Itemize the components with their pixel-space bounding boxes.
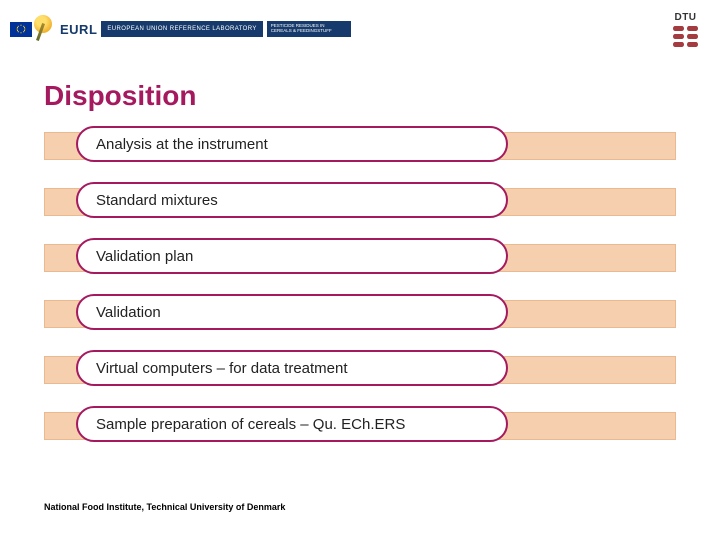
list-item-pill: Validation <box>76 294 508 330</box>
dtu-text: DTU <box>673 12 698 23</box>
list-item-pill: Analysis at the instrument <box>76 126 508 162</box>
list-item-label: Standard mixtures <box>96 192 218 209</box>
disposition-list: Analysis at the instrument Standard mixt… <box>44 126 676 444</box>
list-item-pill: Virtual computers – for data treatment <box>76 350 508 386</box>
header-bar-subtitle-line2: CEREALS & FEEDINGSTUFF <box>271 29 347 34</box>
list-item: Validation <box>44 294 676 332</box>
slide-footer: National Food Institute, Technical Unive… <box>44 502 285 512</box>
header-bar-eurl: EUROPEAN UNION REFERENCE LABORATORY <box>101 21 262 37</box>
list-item-label: Validation plan <box>96 248 193 265</box>
dtu-marks-icon <box>673 26 698 47</box>
eurl-sun-wheat-icon <box>36 19 56 39</box>
eurl-logo: EURL <box>32 18 101 40</box>
list-item-label: Virtual computers – for data treatment <box>96 360 348 377</box>
header-bar-subtitle: PESTICIDE RESIDUES IN CEREALS & FEEDINGS… <box>267 21 351 37</box>
list-item-label: Validation <box>96 304 161 321</box>
list-item: Standard mixtures <box>44 182 676 220</box>
header-left-logos: EURL EUROPEAN UNION REFERENCE LABORATORY… <box>10 18 351 40</box>
eurl-text: EURL <box>56 22 97 37</box>
eu-flag-icon <box>10 22 32 37</box>
list-item: Analysis at the instrument <box>44 126 676 164</box>
dtu-logo: DTU <box>673 12 698 47</box>
list-item-pill: Sample preparation of cereals – Qu. ECh.… <box>76 406 508 442</box>
list-item: Sample preparation of cereals – Qu. ECh.… <box>44 406 676 444</box>
list-item-label: Analysis at the instrument <box>96 136 268 153</box>
slide-header: EURL EUROPEAN UNION REFERENCE LABORATORY… <box>0 0 720 50</box>
list-item-pill: Validation plan <box>76 238 508 274</box>
list-item: Virtual computers – for data treatment <box>44 350 676 388</box>
list-item-label: Sample preparation of cereals – Qu. ECh.… <box>96 416 405 433</box>
list-item: Validation plan <box>44 238 676 276</box>
page-title: Disposition <box>44 80 720 112</box>
list-item-pill: Standard mixtures <box>76 182 508 218</box>
